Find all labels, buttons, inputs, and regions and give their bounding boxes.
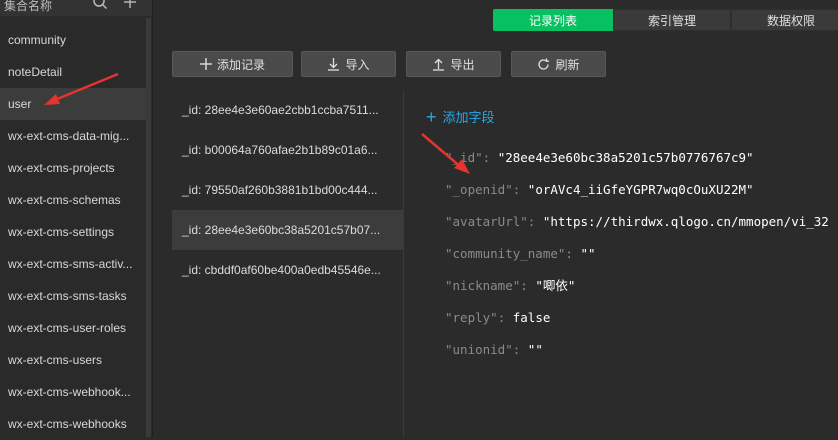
field-key: "reply": [445, 310, 498, 325]
search-icon[interactable]: [92, 0, 108, 10]
sidebar-item-collection[interactable]: wx-ext-cms-user-roles: [0, 312, 146, 344]
field-separator: :: [527, 214, 543, 229]
field-separator: :: [520, 278, 536, 293]
record-list-item[interactable]: _id: b00064a760afae2b1b89c01a6...: [172, 130, 403, 170]
sidebar-title: 集合名称: [4, 0, 53, 13]
record-list: _id: 28ee4e3e60ae2cbb1ccba7511... _id: b0…: [172, 90, 404, 437]
field-separator: :: [482, 150, 498, 165]
field-value[interactable]: "": [580, 246, 595, 261]
record-list-item[interactable]: _id: 79550af260b3881b1bd00c444...: [172, 170, 403, 210]
field-key: "_id": [445, 150, 483, 165]
field-value[interactable]: "唧依": [535, 278, 575, 293]
sidebar-item-collection[interactable]: community: [0, 24, 146, 56]
refresh-label: 刷新: [555, 57, 580, 72]
field-value[interactable]: "orAVc4_iiGfeYGPR7wq0cOuXU22M": [528, 182, 754, 197]
plus-icon: +: [426, 106, 437, 127]
tab-records[interactable]: 记录列表: [493, 9, 613, 31]
sidebar-header: 集合名称: [0, 0, 152, 16]
import-label: 导入: [345, 57, 370, 72]
sidebar-scrollbar[interactable]: [146, 18, 151, 437]
add-record-label: 添加记录: [216, 57, 265, 72]
record-field-row[interactable]: "nickname": "唧依": [445, 270, 838, 302]
plus-icon: [199, 58, 212, 70]
record-field-row[interactable]: "unionid": "": [445, 334, 838, 366]
add-field-label: 添加字段: [442, 110, 495, 125]
field-key: "unionid": [445, 342, 513, 357]
tab-permissions[interactable]: 数据权限: [731, 9, 838, 31]
import-button[interactable]: 导入: [301, 51, 396, 77]
record-fields: "_id": "28ee4e3e60bc38a5201c57b0776767c9…: [445, 142, 838, 366]
sidebar-item-collection[interactable]: wx-ext-cms-data-mig...: [0, 120, 146, 152]
record-list-item[interactable]: _id: 28ee4e3e60bc38a5201c57b07...: [172, 210, 403, 250]
record-list-item[interactable]: _id: cbddf0af60be400a0edb45546e...: [172, 250, 403, 290]
refresh-icon: [538, 58, 550, 70]
sidebar-item-collection[interactable]: wx-ext-cms-sms-tasks: [0, 280, 146, 312]
field-value[interactable]: "https://thirdwx.qlogo.cn/mmopen/vi_32: [543, 214, 829, 229]
record-field-row[interactable]: "avatarUrl": "https://thirdwx.qlogo.cn/m…: [445, 206, 838, 238]
field-value[interactable]: false: [513, 310, 551, 325]
record-field-row[interactable]: "_id": "28ee4e3e60bc38a5201c57b0776767c9…: [445, 142, 838, 174]
collection-sidebar: 集合名称 community noteDetail user wx-ext-cms-d…: [0, 0, 153, 437]
record-field-row[interactable]: "community_name": "": [445, 238, 838, 270]
field-value[interactable]: "28ee4e3e60bc38a5201c57b0776767c9": [498, 150, 754, 165]
sidebar-item-collection[interactable]: wx-ext-cms-sms-activ...: [0, 248, 146, 280]
field-key: "avatarUrl": [445, 214, 528, 229]
tab-indexes[interactable]: 索引管理: [613, 9, 731, 31]
sidebar-item-collection[interactable]: wx-ext-cms-settings: [0, 216, 146, 248]
sidebar-item-collection[interactable]: wx-ext-cms-webhooks: [0, 408, 146, 440]
field-key: "community_name": [445, 246, 566, 261]
add-record-button[interactable]: 添加记录: [172, 51, 293, 77]
record-field-row[interactable]: "reply": false: [445, 302, 838, 334]
field-key: "nickname": [445, 278, 521, 293]
add-field-button[interactable]: + 添加字段: [426, 107, 495, 126]
add-collection-icon[interactable]: [122, 0, 138, 10]
sidebar-item-collection[interactable]: wx-ext-cms-users: [0, 344, 146, 376]
field-separator: :: [497, 310, 513, 325]
field-separator: :: [512, 342, 528, 357]
upload-icon: [433, 58, 445, 71]
view-tabs: 记录列表 索引管理 数据权限: [493, 9, 838, 31]
collection-list: community noteDetail user wx-ext-cms-data-m…: [0, 24, 146, 440]
download-icon: [328, 57, 340, 71]
record-field-row[interactable]: "_openid": "orAVc4_iiGfeYGPR7wq0cOuXU22M…: [445, 174, 838, 206]
field-key: "_openid": [445, 182, 513, 197]
field-separator: :: [565, 246, 581, 261]
field-separator: :: [512, 182, 528, 197]
sidebar-item-collection[interactable]: wx-ext-cms-schemas: [0, 184, 146, 216]
record-list-item[interactable]: _id: 28ee4e3e60ae2cbb1ccba7511...: [172, 90, 403, 130]
sidebar-item-collection[interactable]: noteDetail: [0, 56, 146, 88]
refresh-button[interactable]: 刷新: [511, 51, 606, 77]
sidebar-item-collection[interactable]: wx-ext-cms-webhook...: [0, 376, 146, 408]
field-value[interactable]: "": [528, 342, 543, 357]
sidebar-item-collection[interactable]: wx-ext-cms-projects: [0, 152, 146, 184]
export-label: 导出: [450, 57, 475, 72]
sidebar-item-collection[interactable]: user: [0, 88, 146, 120]
export-button[interactable]: 导出: [406, 51, 501, 77]
